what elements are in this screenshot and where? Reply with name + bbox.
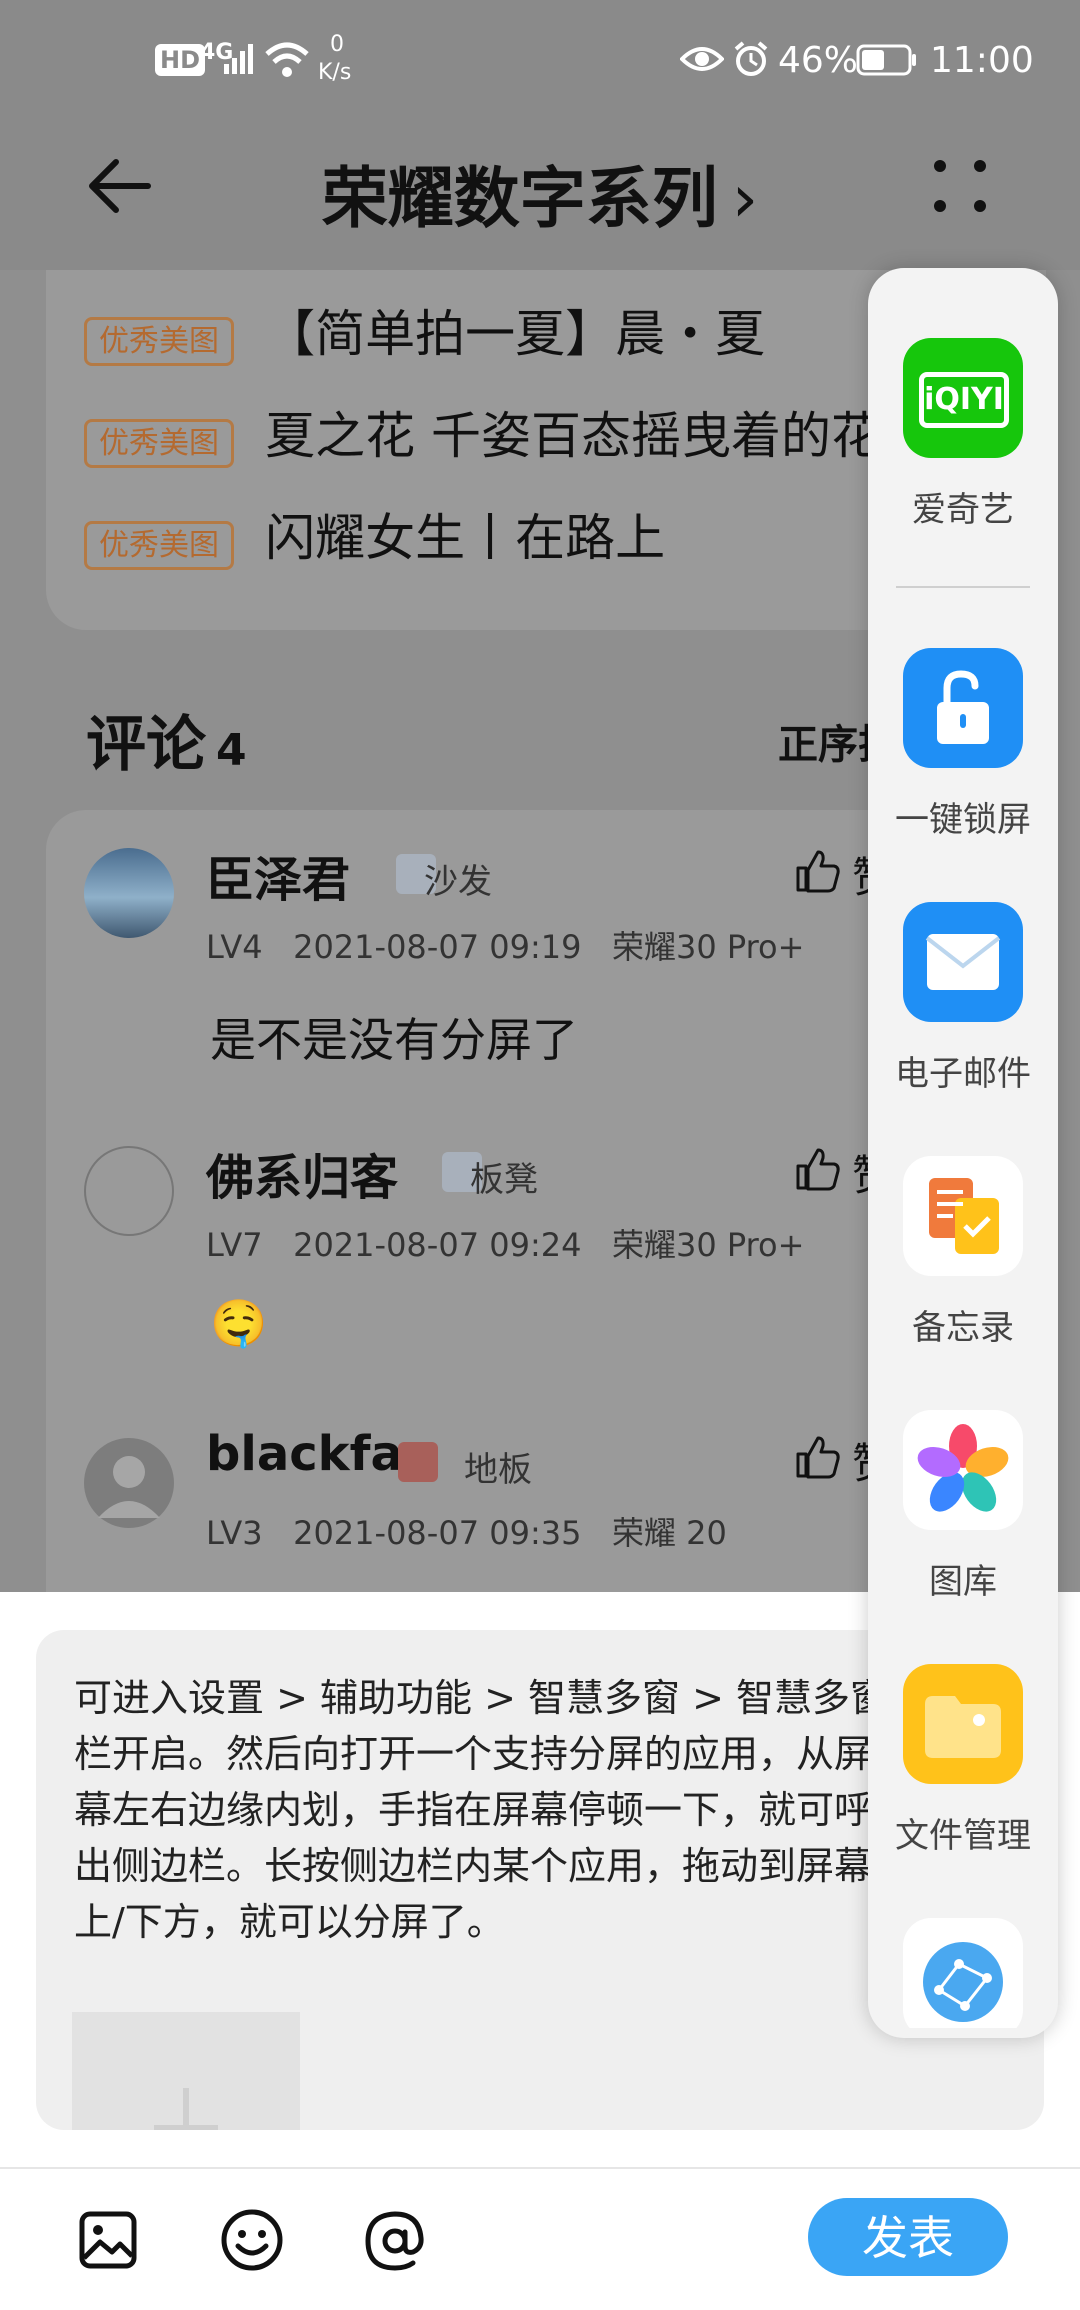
comment-meta: LV4 2021-08-07 09:19 荣耀30 Pro+	[206, 922, 804, 968]
publish-button[interactable]: 发表	[808, 2198, 1008, 2276]
dock-app-email[interactable]: 电子邮件	[868, 902, 1058, 1095]
net-speed-value: 0	[330, 32, 344, 57]
thumbs-up-icon[interactable]	[794, 848, 842, 894]
add-image-slot[interactable]	[72, 2012, 300, 2130]
thumbs-up-icon[interactable]	[794, 1434, 842, 1480]
device-name: 荣耀30 Pro+	[611, 928, 805, 966]
recommendation-badge: 优秀美图	[84, 317, 234, 366]
app-label: 爱奇艺	[912, 490, 1014, 530]
avatar[interactable]	[84, 1438, 174, 1528]
title-text: 荣耀数字系列	[321, 160, 718, 237]
thumbs-up-icon[interactable]	[794, 1146, 842, 1192]
user-name[interactable]: 臣泽君	[206, 840, 350, 910]
comment-text: 是不是没有分屏了	[210, 1013, 578, 1067]
user-level: LV3	[206, 1514, 263, 1552]
chevron-right-icon: ›	[731, 160, 759, 237]
image-picker-icon[interactable]	[78, 2210, 138, 2270]
dock-app-lock-screen[interactable]: 一键锁屏	[868, 648, 1058, 841]
dock-app-browser[interactable]	[868, 1918, 1058, 2028]
comment-emoji: 🤤	[210, 1296, 268, 1350]
emoji-icon[interactable]	[220, 2208, 284, 2272]
recommendation-title: 【简单拍一夏】晨・夏	[265, 305, 766, 363]
mention-icon[interactable]	[362, 2208, 428, 2274]
clock: 11:00	[930, 40, 1034, 81]
app-label: 备忘录	[912, 1308, 1014, 1348]
device-name: 荣耀 20	[611, 1514, 727, 1552]
comment-meta: LV3 2021-08-07 09:35 荣耀 20	[206, 1508, 727, 1554]
iqiyi-icon: iQIYI	[903, 338, 1023, 458]
recommendation-badge: 优秀美图	[84, 419, 234, 468]
comment-meta: LV7 2021-08-07 09:24 荣耀30 Pro+	[206, 1220, 804, 1266]
comment-time: 2021-08-07 09:24	[293, 1226, 582, 1264]
battery-icon	[856, 44, 916, 76]
device-name: 荣耀30 Pro+	[611, 1226, 805, 1264]
net-speed-unit: K/s	[318, 60, 352, 85]
lock-icon	[903, 648, 1023, 768]
page-title[interactable]: 荣耀数字系列 ›	[0, 145, 1080, 241]
floor-label: 沙发	[424, 862, 492, 902]
comments-header: 评论 4	[86, 696, 247, 783]
avatar[interactable]	[84, 1146, 174, 1236]
hd-indicator: HD	[155, 44, 206, 76]
recommendation-item[interactable]: 优秀美图 夏之花 千姿百态摇曳着的花	[84, 396, 881, 468]
alarm-icon	[734, 41, 768, 76]
comments-count: 4	[216, 725, 247, 776]
recommendation-item[interactable]: 优秀美图 【简单拍一夏】晨・夏	[84, 294, 765, 366]
files-icon	[903, 1664, 1023, 1784]
floor-label: 地板	[464, 1450, 532, 1490]
top-bar: HD 4G 0 K/s 46% 11:00 荣耀数字系列 ›	[0, 0, 1080, 270]
side-app-dock: iQIYI 爱奇艺 一键锁屏 电子邮件 备忘录 图库 文件管理	[868, 268, 1058, 2038]
dock-app-file-manager[interactable]: 文件管理	[868, 1664, 1058, 1857]
user-level: LV4	[206, 928, 263, 966]
app-label: 一键锁屏	[895, 800, 1031, 840]
more-dots-icon[interactable]	[930, 156, 990, 216]
recommendation-badge: 优秀美图	[84, 521, 234, 570]
dock-app-iqiyi[interactable]: iQIYI 爱奇艺	[868, 338, 1058, 531]
dock-app-gallery[interactable]: 图库	[868, 1410, 1058, 1603]
mail-icon	[903, 902, 1023, 1022]
comment-time: 2021-08-07 09:35	[293, 1514, 582, 1552]
battery-percent: 46%	[778, 40, 859, 81]
floor-label: 板凳	[470, 1160, 538, 1200]
app-label: 图库	[929, 1562, 997, 1602]
default-avatar-icon	[98, 1456, 160, 1518]
recommendation-title: 闪耀女生丨在路上	[265, 509, 666, 567]
browser-icon	[903, 1918, 1023, 2028]
dock-app-notes[interactable]: 备忘录	[868, 1156, 1058, 1349]
recommendation-title: 夏之花 千姿百态摇曳着的花	[265, 407, 881, 465]
dock-divider	[896, 586, 1030, 588]
recommendation-item[interactable]: 优秀美图 闪耀女生丨在路上	[84, 498, 665, 570]
signal-icon	[224, 44, 253, 74]
user-name[interactable]: 佛系归客	[206, 1138, 398, 1208]
avatar[interactable]	[84, 848, 174, 938]
wifi-icon	[265, 42, 309, 77]
notes-icon	[903, 1156, 1023, 1276]
comments-title: 评论	[86, 710, 206, 780]
toolbar-divider	[0, 2167, 1080, 2169]
comment-time: 2021-08-07 09:19	[293, 928, 582, 966]
app-label: 文件管理	[895, 1816, 1031, 1856]
app-label: 电子邮件	[895, 1054, 1031, 1094]
rank-badge-icon	[398, 1442, 438, 1482]
plus-icon	[154, 2088, 218, 2130]
user-level: LV7	[206, 1226, 263, 1264]
eye-comfort-icon	[680, 47, 724, 71]
gallery-icon	[903, 1410, 1023, 1530]
